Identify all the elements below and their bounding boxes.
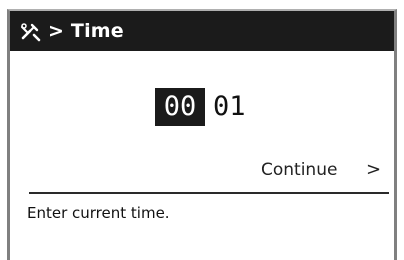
chevron-right-icon: > bbox=[366, 159, 382, 180]
header-bar: > Time bbox=[10, 11, 394, 51]
divider bbox=[29, 192, 389, 194]
hours-field[interactable]: 00 bbox=[155, 88, 205, 126]
minutes-field[interactable]: 01 bbox=[209, 88, 250, 126]
status-message: Enter current time. bbox=[27, 204, 170, 222]
continue-label: Continue bbox=[261, 160, 338, 180]
time-input: 00 01 bbox=[155, 88, 250, 126]
device-screen: > Time 00 01 Continue > Enter current ti… bbox=[7, 9, 397, 260]
continue-button[interactable]: Continue > bbox=[10, 157, 394, 183]
page-title: > Time bbox=[48, 20, 124, 42]
settings-tools-icon bbox=[20, 21, 41, 42]
